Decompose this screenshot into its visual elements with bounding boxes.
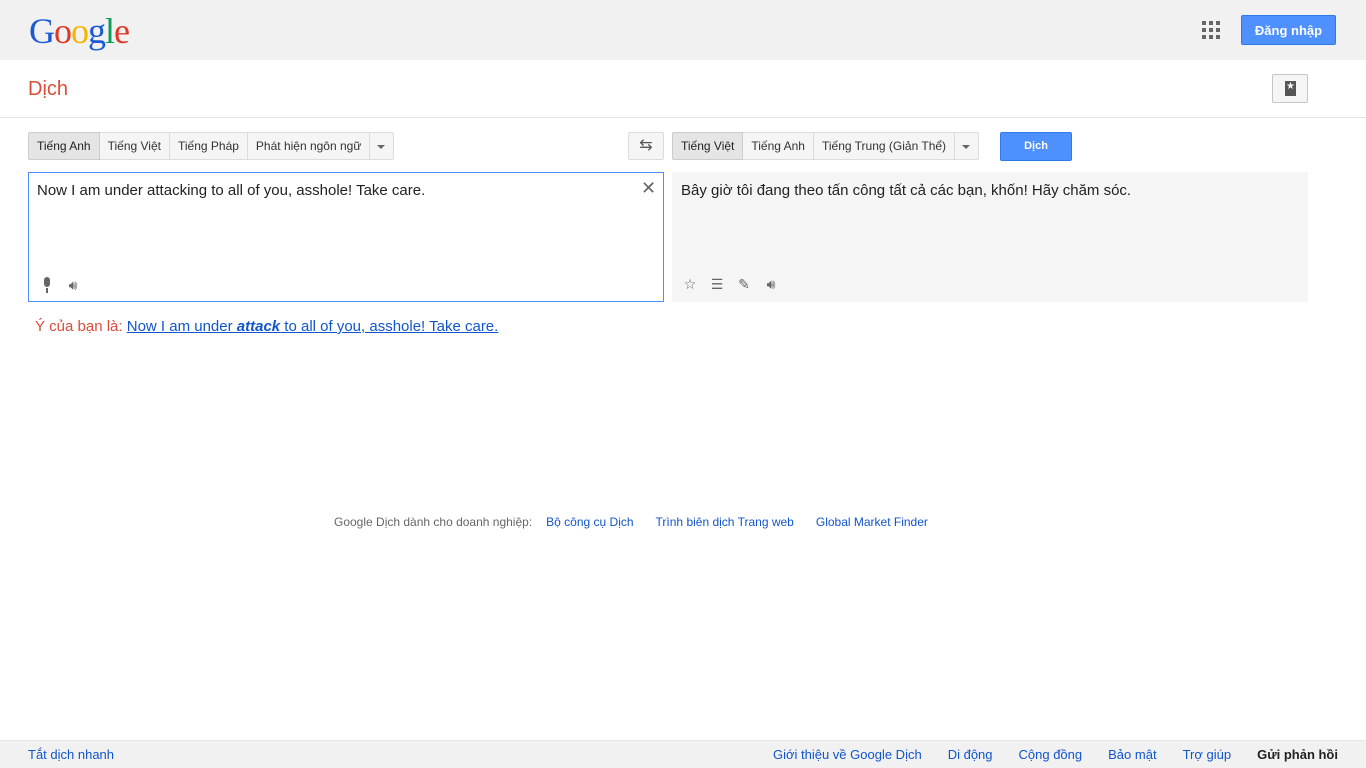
source-lang-detect[interactable]: Phát hiện ngôn ngữ <box>247 132 371 160</box>
footer-link-privacy[interactable]: Bảo mật <box>1108 747 1156 762</box>
star-icon[interactable]: ☆ <box>682 276 698 292</box>
target-lang-english[interactable]: Tiếng Anh <box>743 132 814 160</box>
suggestion-link[interactable]: Now I am under attack to all of you, ass… <box>127 318 499 335</box>
target-lang-dropdown[interactable] <box>955 132 980 160</box>
source-text-input[interactable]: Now I am under attacking to all of you, … <box>37 181 627 261</box>
source-lang-french[interactable]: Tiếng Pháp <box>169 132 248 160</box>
speaker-icon[interactable]: 🔊︎ <box>763 276 779 292</box>
link-translator-toolkit[interactable]: Bộ công cụ Dịch <box>546 515 633 529</box>
swap-languages-button[interactable]: ⇆ <box>628 132 664 160</box>
footer: Tắt dịch nhanh Giới thiệu về Google Dịch… <box>0 740 1366 768</box>
target-tools: ☆ ☰ ✎ 🔊︎ <box>682 276 779 292</box>
google-logo[interactable]: Google <box>29 11 130 51</box>
did-you-mean: Ý của bạn là: Now I am under attack to a… <box>35 318 498 335</box>
footer-link-help[interactable]: Trợ giúp <box>1183 747 1232 762</box>
instant-translation-off-link[interactable]: Tắt dịch nhanh <box>28 747 114 762</box>
top-bar: Google Đăng nhập <box>0 0 1366 60</box>
target-panel: Bây giờ tôi đang theo tấn công tất cả cá… <box>672 172 1308 302</box>
source-lang-english[interactable]: Tiếng Anh <box>28 132 100 160</box>
target-language-bar: Tiếng Việt Tiếng Anh Tiếng Trung (Giản T… <box>672 132 980 160</box>
microphone-icon[interactable] <box>39 277 55 293</box>
link-website-translator[interactable]: Trình biên dịch Trang web <box>656 515 794 529</box>
logo-letter: o <box>71 11 89 51</box>
logo-letter: o <box>54 11 72 51</box>
logo-letter: G <box>29 11 55 51</box>
source-lang-dropdown[interactable] <box>370 132 395 160</box>
phrasebook-button[interactable]: ★ <box>1272 74 1308 103</box>
source-language-bar: Tiếng Anh Tiếng Việt Tiếng Pháp Phát hiệ… <box>28 132 395 160</box>
link-global-market-finder[interactable]: Global Market Finder <box>816 515 928 529</box>
clear-icon[interactable]: ✕ <box>641 178 656 198</box>
source-tools: 🔊︎ <box>39 277 81 293</box>
logo-letter: g <box>88 11 106 51</box>
footer-link-community[interactable]: Cộng đồng <box>1019 747 1083 762</box>
target-lang-chinese-simplified[interactable]: Tiếng Trung (Giản Thể) <box>813 132 956 160</box>
apps-grid-icon[interactable] <box>1202 21 1220 39</box>
send-feedback-link[interactable]: Gửi phản hồi <box>1257 747 1338 762</box>
did-you-mean-label: Ý của bạn là: <box>35 318 123 335</box>
translation-output: Bây giờ tôi đang theo tấn công tất cả cá… <box>681 182 1132 199</box>
source-lang-vietnamese[interactable]: Tiếng Việt <box>99 132 170 160</box>
speaker-icon[interactable]: 🔊︎ <box>65 277 81 293</box>
subheader: Dịch ★ <box>0 60 1366 118</box>
pencil-icon[interactable]: ✎ <box>736 276 752 292</box>
business-label: Google Dịch dành cho doanh nghiệp: <box>334 515 533 529</box>
signin-button[interactable]: Đăng nhập <box>1241 15 1336 45</box>
page-title: Dịch <box>28 78 69 100</box>
footer-links: Giới thiệu về Google Dịch Di động Cộng đ… <box>773 747 1338 762</box>
footer-link-about[interactable]: Giới thiệu về Google Dịch <box>773 747 922 762</box>
target-lang-vietnamese[interactable]: Tiếng Việt <box>672 132 744 160</box>
logo-letter: e <box>114 11 130 51</box>
list-icon[interactable]: ☰ <box>709 276 725 292</box>
footer-link-mobile[interactable]: Di động <box>948 747 993 762</box>
source-panel: Now I am under attacking to all of you, … <box>28 172 664 302</box>
logo-letter: l <box>105 11 115 51</box>
translate-button[interactable]: Dịch <box>1000 132 1072 161</box>
business-links: Google Dịch dành cho doanh nghiệp: Bộ côn… <box>334 515 928 529</box>
